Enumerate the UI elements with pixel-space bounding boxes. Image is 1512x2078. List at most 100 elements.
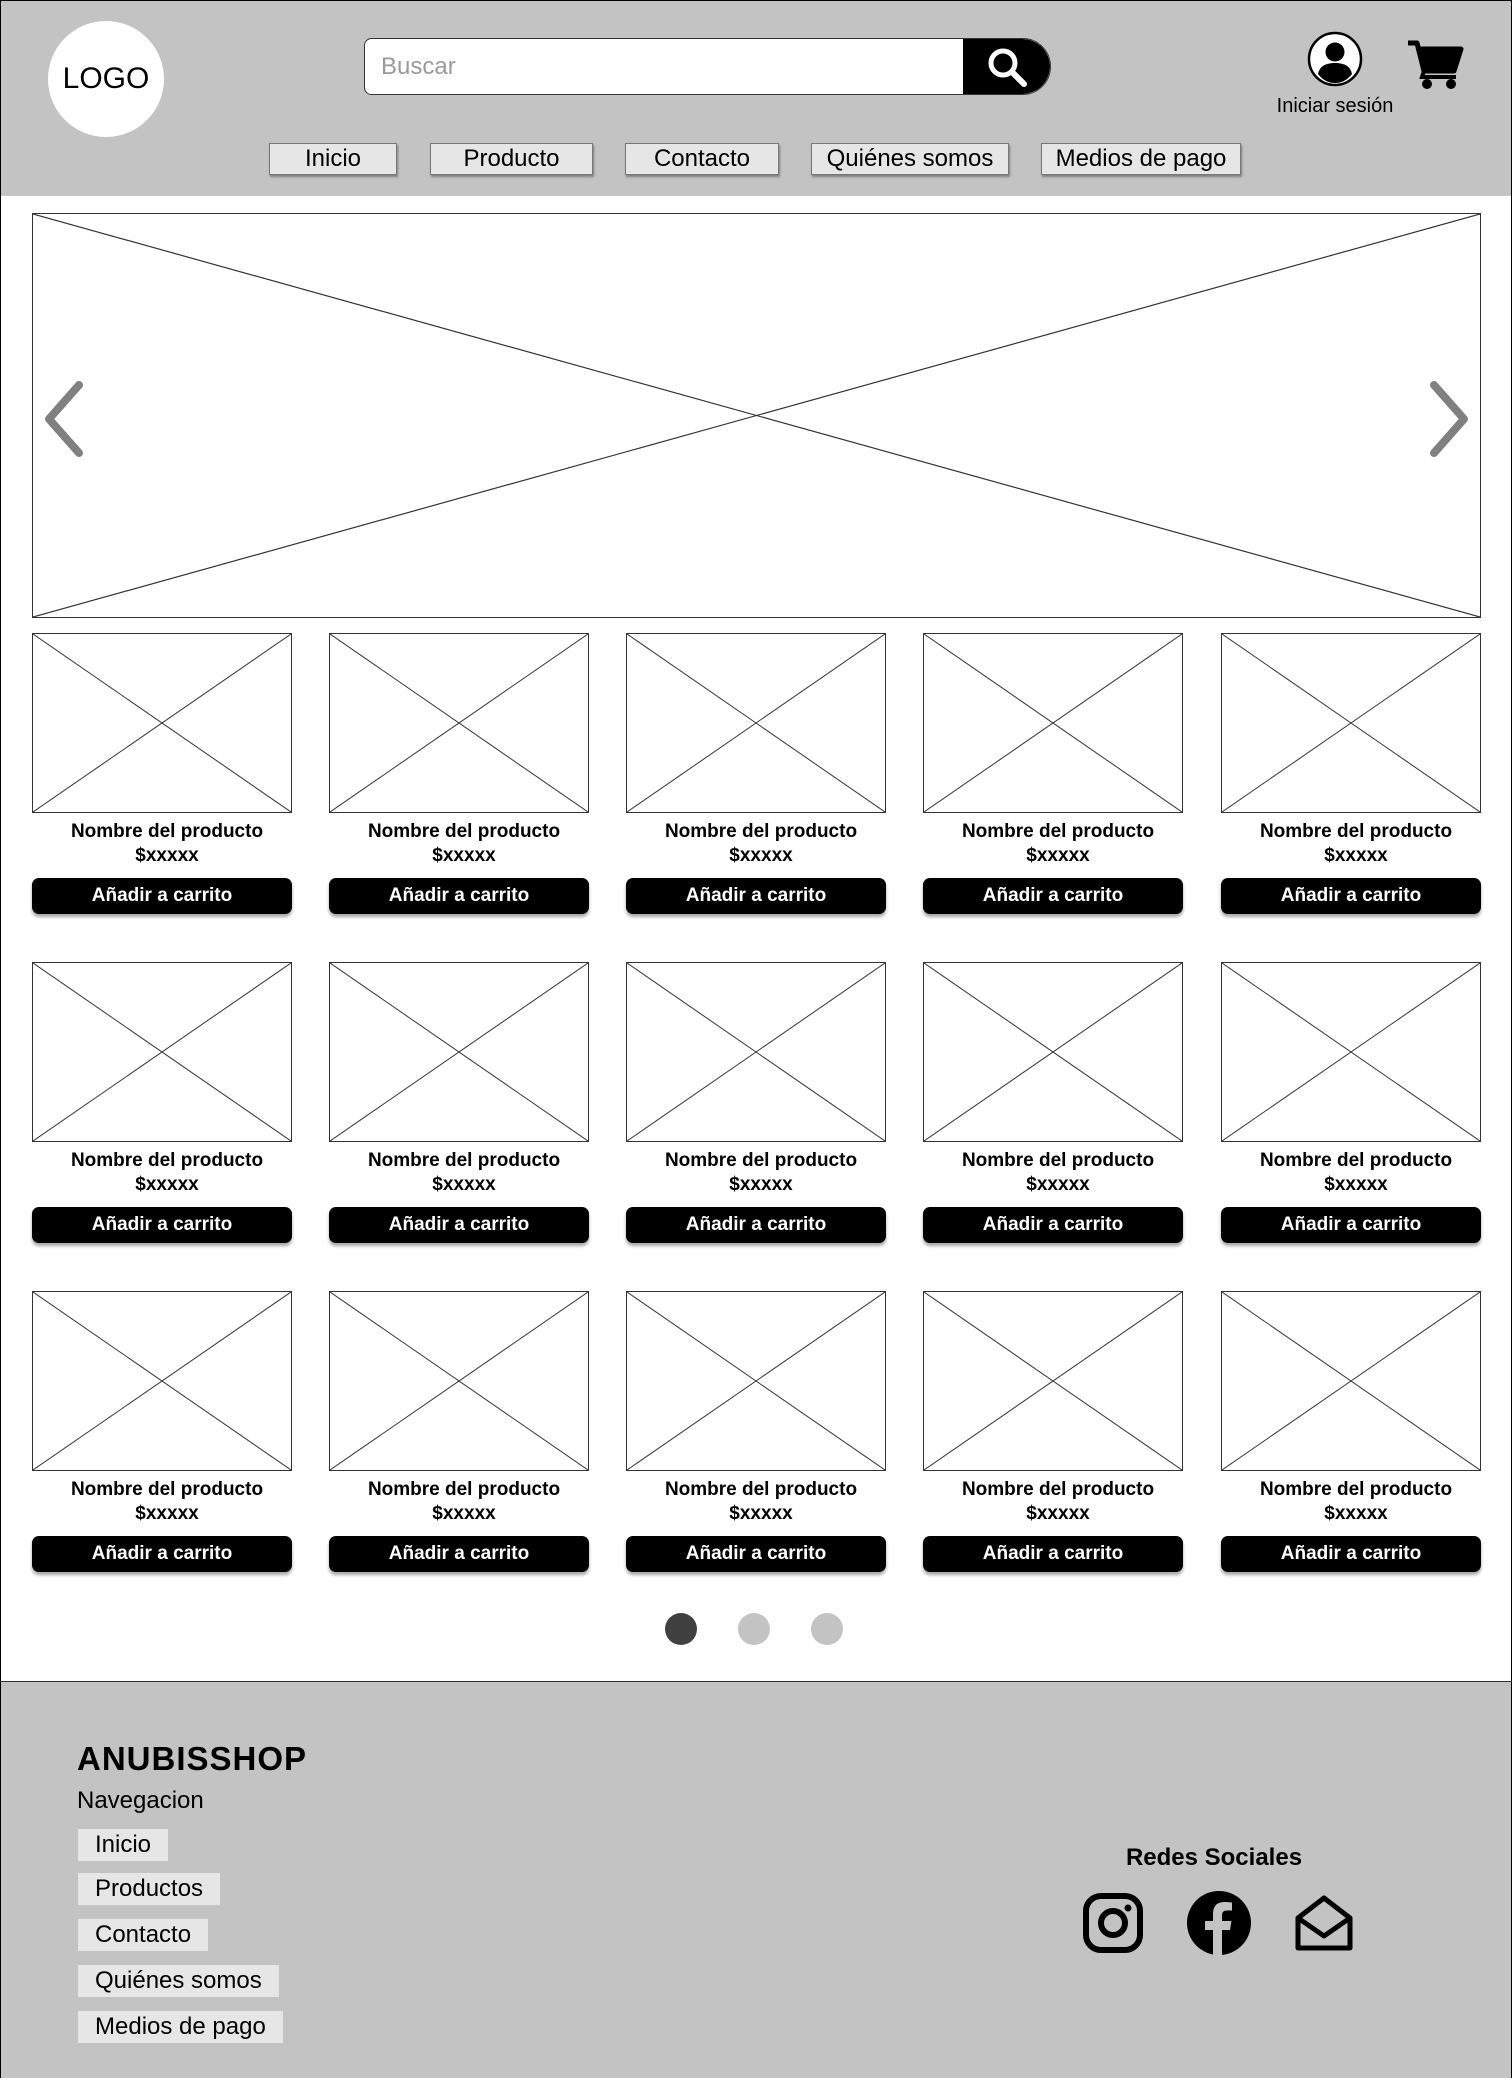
footer-link-contacto[interactable]: Contacto <box>78 1919 209 1951</box>
add-to-cart-button[interactable]: Añadir a carrito <box>32 878 292 914</box>
product-image-placeholder[interactable] <box>32 1291 292 1471</box>
product-image-placeholder[interactable] <box>923 633 1183 813</box>
nav-quienes-somos[interactable]: Quiénes somos <box>811 143 1009 175</box>
nav-producto[interactable]: Producto <box>430 143 593 175</box>
product-name: Nombre del producto <box>1259 1150 1453 1171</box>
product-price: $xxxxx <box>432 1174 496 1195</box>
search-button[interactable] <box>963 39 1050 94</box>
product-name: Nombre del producto <box>70 821 264 842</box>
carousel-next-button[interactable] <box>1418 374 1478 464</box>
product-image-placeholder[interactable] <box>1221 962 1481 1142</box>
product-price: $xxxxx <box>135 1174 199 1195</box>
facebook-link[interactable] <box>1186 1890 1252 1956</box>
product-image-placeholder[interactable] <box>1221 633 1481 813</box>
instagram-link[interactable] <box>1080 1890 1146 1956</box>
product-price: $xxxxx <box>432 845 496 866</box>
product-image-placeholder[interactable] <box>329 962 589 1142</box>
search-icon <box>988 48 1027 87</box>
footer-link-quienes-somos[interactable]: Quiénes somos <box>78 1965 279 1997</box>
nav-inicio[interactable]: Inicio <box>269 143 397 175</box>
add-to-cart-button[interactable]: Añadir a carrito <box>923 1536 1183 1572</box>
pagination-dot[interactable] <box>811 1613 843 1645</box>
product-image-placeholder[interactable] <box>626 633 886 813</box>
image-placeholder-icon <box>330 963 588 1141</box>
cart-button[interactable] <box>1406 39 1464 96</box>
instagram-icon <box>1083 1893 1143 1953</box>
add-to-cart-button[interactable]: Añadir a carrito <box>626 1207 886 1243</box>
hero-carousel <box>32 213 1481 618</box>
product-image-placeholder[interactable] <box>329 633 589 813</box>
product-image-placeholder[interactable] <box>1221 1291 1481 1471</box>
product-price: $xxxxx <box>135 1503 199 1524</box>
footer-link-productos[interactable]: Productos <box>78 1873 221 1905</box>
add-to-cart-button[interactable]: Añadir a carrito <box>32 1207 292 1243</box>
product-price: $xxxxx <box>135 845 199 866</box>
image-placeholder-icon <box>627 963 885 1141</box>
product-price: $xxxxx <box>1026 1503 1090 1524</box>
add-to-cart-button[interactable]: Añadir a carrito <box>923 1207 1183 1243</box>
pagination-dot[interactable] <box>665 1613 697 1645</box>
image-placeholder-icon <box>924 1292 1182 1470</box>
product-price: $xxxxx <box>729 1503 793 1524</box>
add-to-cart-button[interactable]: Añadir a carrito <box>329 1536 589 1572</box>
product-image-placeholder[interactable] <box>626 1291 886 1471</box>
user-icon <box>1307 31 1363 87</box>
image-placeholder-icon <box>924 963 1182 1141</box>
product-image-placeholder[interactable] <box>923 962 1183 1142</box>
add-to-cart-button[interactable]: Añadir a carrito <box>1221 1536 1481 1572</box>
nav-contacto[interactable]: Contacto <box>625 143 779 175</box>
login-link[interactable]: Iniciar sesión <box>1275 31 1395 118</box>
add-to-cart-button[interactable]: Añadir a carrito <box>1221 1207 1481 1243</box>
product-price: $xxxxx <box>729 845 793 866</box>
image-placeholder-icon <box>1222 963 1480 1141</box>
footer: ANUBISSHOP Navegacion Inicio Productos C… <box>1 1681 1511 2078</box>
product-name: Nombre del producto <box>367 1479 561 1500</box>
image-placeholder-icon <box>330 1292 588 1470</box>
carousel-prev-button[interactable] <box>35 374 95 464</box>
logo[interactable]: LOGO <box>48 21 164 137</box>
product-image-placeholder[interactable] <box>32 633 292 813</box>
add-to-cart-button[interactable]: Añadir a carrito <box>626 1536 886 1572</box>
chevron-left-icon <box>45 381 83 457</box>
product-image-placeholder[interactable] <box>32 962 292 1142</box>
add-to-cart-button[interactable]: Añadir a carrito <box>329 1207 589 1243</box>
page: LOGO Iniciar sesión <box>0 0 1512 2078</box>
social-title: Redes Sociales <box>1125 1844 1303 1871</box>
product-name: Nombre del producto <box>664 821 858 842</box>
product-image-placeholder[interactable] <box>329 1291 589 1471</box>
image-placeholder-icon <box>627 1292 885 1470</box>
add-to-cart-button[interactable]: Añadir a carrito <box>32 1536 292 1572</box>
cart-icon <box>1408 40 1464 89</box>
image-placeholder-icon <box>330 634 588 812</box>
image-placeholder-icon <box>1222 634 1480 812</box>
add-to-cart-button[interactable]: Añadir a carrito <box>923 878 1183 914</box>
email-icon <box>1295 1895 1353 1951</box>
product-image-placeholder[interactable] <box>923 1291 1183 1471</box>
product-image-placeholder[interactable] <box>626 962 886 1142</box>
product-name: Nombre del producto <box>70 1150 264 1171</box>
pagination-dot[interactable] <box>738 1613 770 1645</box>
header: LOGO Iniciar sesión <box>1 1 1511 196</box>
footer-link-medios-de-pago[interactable]: Medios de pago <box>78 2011 283 2043</box>
image-placeholder-icon <box>33 634 291 812</box>
product-price: $xxxxx <box>1026 1174 1090 1195</box>
pagination <box>665 1613 855 1645</box>
product-name: Nombre del producto <box>367 821 561 842</box>
nav-medios-de-pago[interactable]: Medios de pago <box>1041 143 1241 175</box>
product-name: Nombre del producto <box>664 1479 858 1500</box>
add-to-cart-button[interactable]: Añadir a carrito <box>626 878 886 914</box>
product-name: Nombre del producto <box>961 821 1155 842</box>
image-placeholder-icon <box>627 634 885 812</box>
add-to-cart-button[interactable]: Añadir a carrito <box>1221 878 1481 914</box>
product-price: $xxxxx <box>1026 845 1090 866</box>
image-placeholder-icon <box>924 634 1182 812</box>
footer-link-inicio[interactable]: Inicio <box>78 1829 169 1861</box>
product-name: Nombre del producto <box>1259 821 1453 842</box>
product-price: $xxxxx <box>729 1174 793 1195</box>
search-input[interactable] <box>365 39 965 94</box>
email-link[interactable] <box>1291 1890 1357 1956</box>
product-price: $xxxxx <box>432 1503 496 1524</box>
footer-nav-title: Navegacion <box>77 1787 204 1814</box>
product-price: $xxxxx <box>1324 1174 1388 1195</box>
add-to-cart-button[interactable]: Añadir a carrito <box>329 878 589 914</box>
